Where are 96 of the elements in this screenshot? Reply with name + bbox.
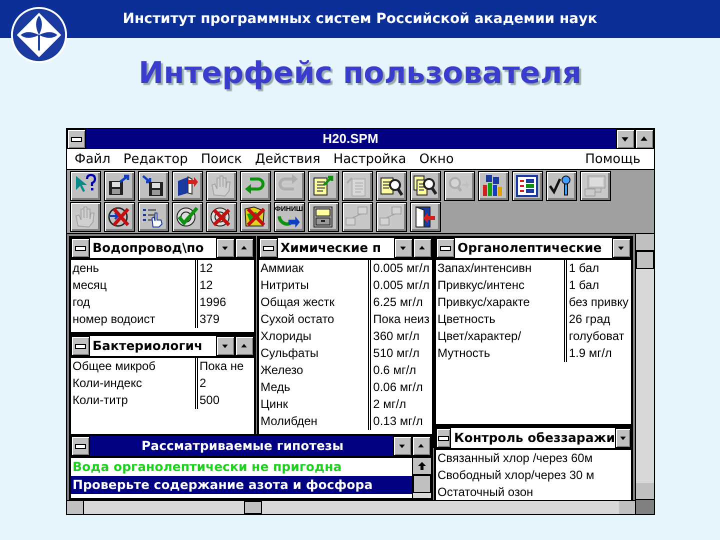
table-cell-text: день xyxy=(72,260,100,277)
table-cell-text: Общее микроб xyxy=(72,358,157,375)
table-cell: 379 xyxy=(194,311,254,328)
menu-item[interactable]: Окно xyxy=(415,152,463,166)
maximize-button[interactable] xyxy=(234,238,254,258)
table-cell-text: Цветность xyxy=(436,311,496,328)
table-cell: без привку xyxy=(564,294,630,311)
table-cell: 12 xyxy=(194,277,254,294)
arrow-disk-icon xyxy=(140,173,166,199)
table-cell-text: Аммиак xyxy=(260,260,305,277)
scroll-bar[interactable] xyxy=(412,458,430,498)
window-menu-button[interactable] xyxy=(436,238,454,258)
table-cell: 12 xyxy=(194,260,254,277)
minimize-button[interactable] xyxy=(616,129,634,149)
list-hand-button[interactable] xyxy=(138,202,168,232)
table-cell-text: Железо xyxy=(260,362,304,379)
minimize-button[interactable] xyxy=(392,436,412,456)
door-arrow-button[interactable] xyxy=(410,202,440,232)
maximize-button[interactable] xyxy=(412,238,432,258)
map-cross-button[interactable] xyxy=(240,202,270,232)
table-cell-text: Цинк xyxy=(260,396,289,413)
documents-magnifier-button[interactable] xyxy=(410,171,440,201)
list-item[interactable]: Проверьте содержание азота и фосфора xyxy=(70,476,412,494)
book-arrow-button[interactable] xyxy=(172,171,202,201)
table-cell-text: Сухой остато xyxy=(260,311,336,328)
organization-name: Институт программных систем Российской академии наук xyxy=(122,11,598,27)
table-cell-text: Общая жестк xyxy=(260,294,336,311)
table-cell: 26 град xyxy=(564,311,630,328)
maximize-button[interactable] xyxy=(634,129,654,149)
table-cell: 1.9 мг/л xyxy=(564,345,630,362)
finish-arrow-icon xyxy=(277,214,301,228)
table-cell-text: Мутность xyxy=(436,345,492,362)
minimize-button[interactable] xyxy=(216,238,234,258)
document-arrow-button[interactable] xyxy=(308,171,338,201)
table-cell: 500 xyxy=(194,392,254,409)
minimize-button[interactable] xyxy=(612,238,630,258)
table-cell-text: Коли-индекс xyxy=(72,375,143,392)
logo-icon xyxy=(10,6,68,64)
menu-item[interactable]: Файл xyxy=(70,152,120,166)
table-cell-text: Привкус/характе xyxy=(436,294,531,311)
table-cell-text: Связанный хлор /через 60м xyxy=(436,450,594,467)
table-cell: 1 бал xyxy=(564,260,630,277)
table-cell: 2 xyxy=(194,375,254,392)
target-cross-button[interactable] xyxy=(206,202,236,232)
system-menu-button[interactable] xyxy=(66,129,86,149)
pointer-question-button[interactable] xyxy=(70,171,100,201)
menu-item[interactable]: Поиск xyxy=(196,152,252,166)
table-cell: голубоват xyxy=(564,328,630,345)
table-cell-text: Запах/интенсивн xyxy=(436,260,533,277)
check-key-button[interactable] xyxy=(546,171,576,201)
table-cell-text: Свободный хлор/через 30 м xyxy=(436,467,596,484)
panel-title: Рассматриваемые гипотезы xyxy=(90,436,392,456)
menu-item[interactable]: Действия xyxy=(251,152,330,166)
table-cell-text: номер водоист xyxy=(72,311,156,328)
window-menu-button[interactable] xyxy=(436,428,452,448)
table-cell-text: Цвет/характер/ xyxy=(436,328,522,345)
window-title: H20.SPM xyxy=(322,130,380,148)
up-arrow-icon xyxy=(416,461,426,471)
menu-item[interactable]: Помощь xyxy=(581,152,650,166)
maximize-button[interactable] xyxy=(412,436,430,456)
form-icon xyxy=(514,173,540,199)
table-cell-text: Остаточный озон xyxy=(436,484,534,500)
table-cell-text: Коли-титр xyxy=(72,392,129,409)
table-cell-text: Привкус/интенс xyxy=(436,277,526,294)
table-cell: 1 бал xyxy=(564,277,630,294)
table-cell-text: Нитриты xyxy=(260,277,310,294)
form-button[interactable] xyxy=(512,171,542,201)
maximize-button[interactable] xyxy=(234,336,254,356)
disk-arrow-button[interactable] xyxy=(104,171,134,201)
table-cell-text: Молибден xyxy=(260,413,318,430)
scroll-bar[interactable] xyxy=(66,500,636,514)
minimize-button[interactable] xyxy=(394,238,412,258)
minimize-button[interactable] xyxy=(216,336,234,356)
table-cell-text: Медь xyxy=(260,379,292,396)
slide-title: Интерфейс пользователя xyxy=(138,56,582,92)
table-cell-text: месяц xyxy=(72,277,108,294)
minimize-button[interactable] xyxy=(614,428,630,448)
file-cabinet-button[interactable] xyxy=(308,202,338,232)
menu-item[interactable]: Редактор xyxy=(119,152,197,166)
menu-item[interactable]: Настройка xyxy=(329,152,416,166)
window-menu-button[interactable] xyxy=(70,336,90,356)
table-cell: 1996 xyxy=(194,294,254,311)
arrow-disk-button[interactable] xyxy=(138,171,168,201)
window-menu-button[interactable] xyxy=(70,436,90,456)
monitor-icon xyxy=(582,173,608,199)
scroll-bar[interactable] xyxy=(634,234,654,500)
target-check-button[interactable] xyxy=(172,202,202,232)
table-cell-text: год xyxy=(72,294,92,311)
window-menu-button[interactable] xyxy=(258,238,278,258)
table-cell-text: Сульфаты xyxy=(260,345,320,362)
window-menu-button[interactable] xyxy=(70,238,90,258)
table-cell-text: Хлориды xyxy=(260,328,312,345)
undo-arrow-button[interactable] xyxy=(240,171,270,201)
cross-circle-button[interactable] xyxy=(104,202,134,232)
document-magnifier-button[interactable] xyxy=(376,171,406,201)
table-cell: Пока не xyxy=(194,358,254,375)
